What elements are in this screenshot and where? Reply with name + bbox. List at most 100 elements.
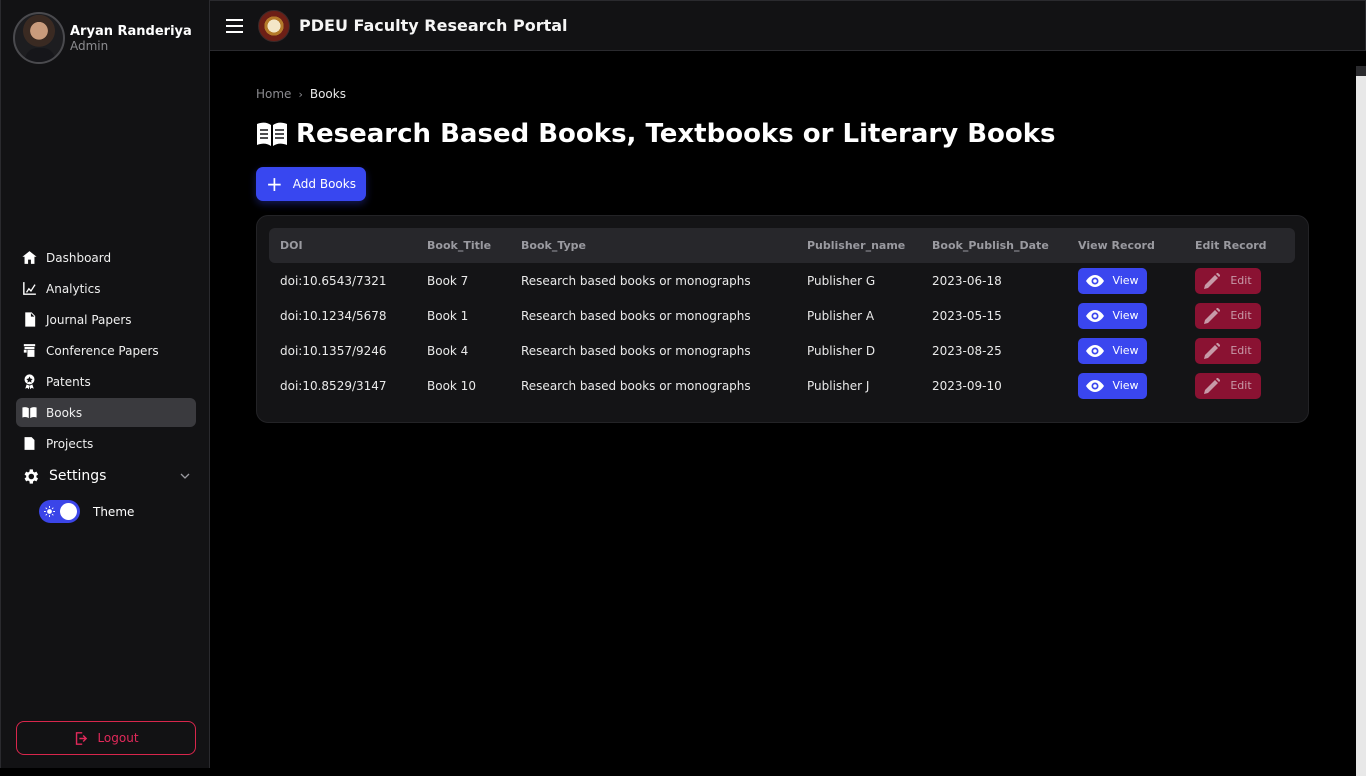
sidebar-item-label: Projects	[46, 436, 94, 451]
cell-title: Book 1	[427, 308, 469, 323]
cell-type: Research based books or monographs	[521, 343, 751, 358]
column-header-doi: DOI	[280, 239, 303, 252]
sidebar-item-analytics[interactable]: Analytics	[16, 274, 196, 303]
view-button[interactable]: View	[1078, 267, 1147, 294]
hamburger-menu-icon[interactable]	[224, 16, 244, 36]
table-row: doi:10.8529/3147 Book 10 Research based …	[269, 368, 1295, 403]
view-label: View	[1112, 379, 1139, 392]
toggle-knob	[60, 503, 77, 520]
home-icon	[20, 249, 38, 267]
table-row: doi:10.1234/5678 Book 1 Research based b…	[269, 298, 1295, 333]
sidebar-item-books[interactable]: Books	[16, 398, 196, 427]
cell-type: Research based books or monographs	[521, 273, 751, 288]
award-icon	[20, 373, 38, 391]
chevron-right-icon: ›	[298, 87, 303, 101]
cell-publisher: Publisher D	[807, 343, 876, 358]
sidebar-item-label: Books	[46, 405, 83, 420]
sidebar-item-settings[interactable]: Settings	[16, 460, 196, 492]
sidebar-item-label: Journal Papers	[46, 312, 132, 327]
pencil-icon	[1204, 272, 1221, 289]
sidebar-item-journal-papers[interactable]: Journal Papers	[16, 305, 196, 334]
sidebar-item-patents[interactable]: Patents	[16, 367, 196, 396]
presentation-icon	[20, 342, 38, 360]
page-title: Research Based Books, Textbooks or Liter…	[256, 119, 1309, 149]
cell-date: 2023-06-18	[932, 273, 1002, 288]
edit-label: Edit	[1230, 344, 1252, 357]
books-table-card: DOI Book_Title Book_Type Publisher_name …	[256, 215, 1309, 423]
table-header-row: DOI Book_Title Book_Type Publisher_name …	[269, 228, 1295, 263]
avatar	[13, 12, 65, 64]
project-icon	[20, 435, 38, 453]
settings-label: Settings	[49, 468, 107, 484]
add-books-label: Add Books	[292, 177, 356, 191]
cell-doi: doi:10.6543/7321	[280, 273, 387, 288]
cell-title: Book 4	[427, 343, 469, 358]
book-icon	[20, 404, 38, 422]
view-button[interactable]: View	[1078, 372, 1147, 399]
sidebar-item-label: Patents	[46, 374, 91, 389]
sidebar-item-projects[interactable]: Projects	[16, 429, 196, 458]
edit-button[interactable]: Edit	[1195, 267, 1261, 294]
column-header-view: View Record	[1078, 239, 1155, 252]
cell-title: Book 10	[427, 378, 476, 393]
sidebar-item-label: Dashboard	[46, 250, 112, 265]
gear-icon	[20, 466, 40, 486]
column-header-publish-date: Book_Publish_Date	[932, 239, 1049, 252]
eye-icon	[1086, 379, 1105, 392]
view-button[interactable]: View	[1078, 302, 1147, 329]
eye-icon	[1086, 309, 1105, 322]
pdeu-logo	[258, 9, 290, 42]
sidebar-item-conference-papers[interactable]: Conference Papers	[16, 336, 196, 365]
app-title: PDEU Faculty Research Portal	[299, 16, 568, 35]
books-table: DOI Book_Title Book_Type Publisher_name …	[269, 228, 1295, 403]
logout-icon	[76, 731, 88, 745]
edit-button[interactable]: Edit	[1195, 337, 1261, 364]
book-open-icon	[257, 122, 287, 146]
cell-doi: doi:10.1357/9246	[280, 343, 387, 358]
cell-publisher: Publisher A	[807, 308, 875, 323]
view-label: View	[1112, 344, 1139, 357]
profile-role: Admin	[70, 38, 109, 53]
edit-button[interactable]: Edit	[1195, 302, 1261, 329]
add-books-button[interactable]: + Add Books	[256, 167, 366, 201]
sun-icon	[44, 506, 55, 517]
column-header-book-type: Book_Type	[521, 239, 587, 252]
cell-publisher: Publisher G	[807, 273, 876, 288]
pencil-icon	[1204, 342, 1221, 359]
user-profile: Aryan Randeriya Admin	[13, 12, 192, 64]
sidebar-nav: Dashboard Analytics Journal Papers Confe…	[16, 243, 196, 523]
main-content: Home › Books Research Based Books, Textb…	[256, 87, 1309, 423]
sidebar-item-dashboard[interactable]: Dashboard	[16, 243, 196, 272]
edit-button[interactable]: Edit	[1195, 372, 1261, 399]
view-label: View	[1112, 309, 1139, 322]
chevron-down-icon[interactable]	[180, 471, 190, 481]
scrollbar-thumb[interactable]	[1356, 76, 1366, 776]
theme-toggle[interactable]	[39, 500, 80, 523]
cell-date: 2023-08-25	[932, 343, 1002, 358]
edit-label: Edit	[1230, 274, 1252, 287]
breadcrumb: Home › Books	[256, 87, 1309, 101]
sidebar-item-label: Analytics	[46, 281, 101, 296]
view-button[interactable]: View	[1078, 337, 1147, 364]
plus-icon: +	[266, 172, 283, 196]
cell-doi: doi:10.8529/3147	[280, 378, 387, 393]
scrollbar[interactable]	[1356, 66, 1366, 776]
profile-name: Aryan Randeriya	[70, 23, 192, 39]
column-header-edit: Edit Record	[1195, 239, 1267, 252]
analytics-icon	[20, 280, 38, 298]
breadcrumb-home[interactable]: Home	[256, 87, 291, 101]
cell-title: Book 7	[427, 273, 469, 288]
table-row: doi:10.1357/9246 Book 4 Research based b…	[269, 333, 1295, 368]
logout-button[interactable]: Logout	[16, 721, 196, 755]
pencil-icon	[1204, 377, 1221, 394]
document-icon	[20, 311, 38, 329]
sidebar-item-label: Conference Papers	[46, 343, 159, 358]
breadcrumb-current: Books	[309, 87, 346, 101]
view-label: View	[1112, 274, 1139, 287]
page-title-text: Research Based Books, Textbooks or Liter…	[296, 119, 1056, 149]
cell-date: 2023-05-15	[932, 308, 1002, 323]
theme-label: Theme	[93, 504, 135, 519]
cell-doi: doi:10.1234/5678	[280, 308, 387, 323]
logout-label: Logout	[97, 731, 139, 745]
sidebar: Aryan Randeriya Admin Dashboard Analytic…	[0, 0, 210, 768]
